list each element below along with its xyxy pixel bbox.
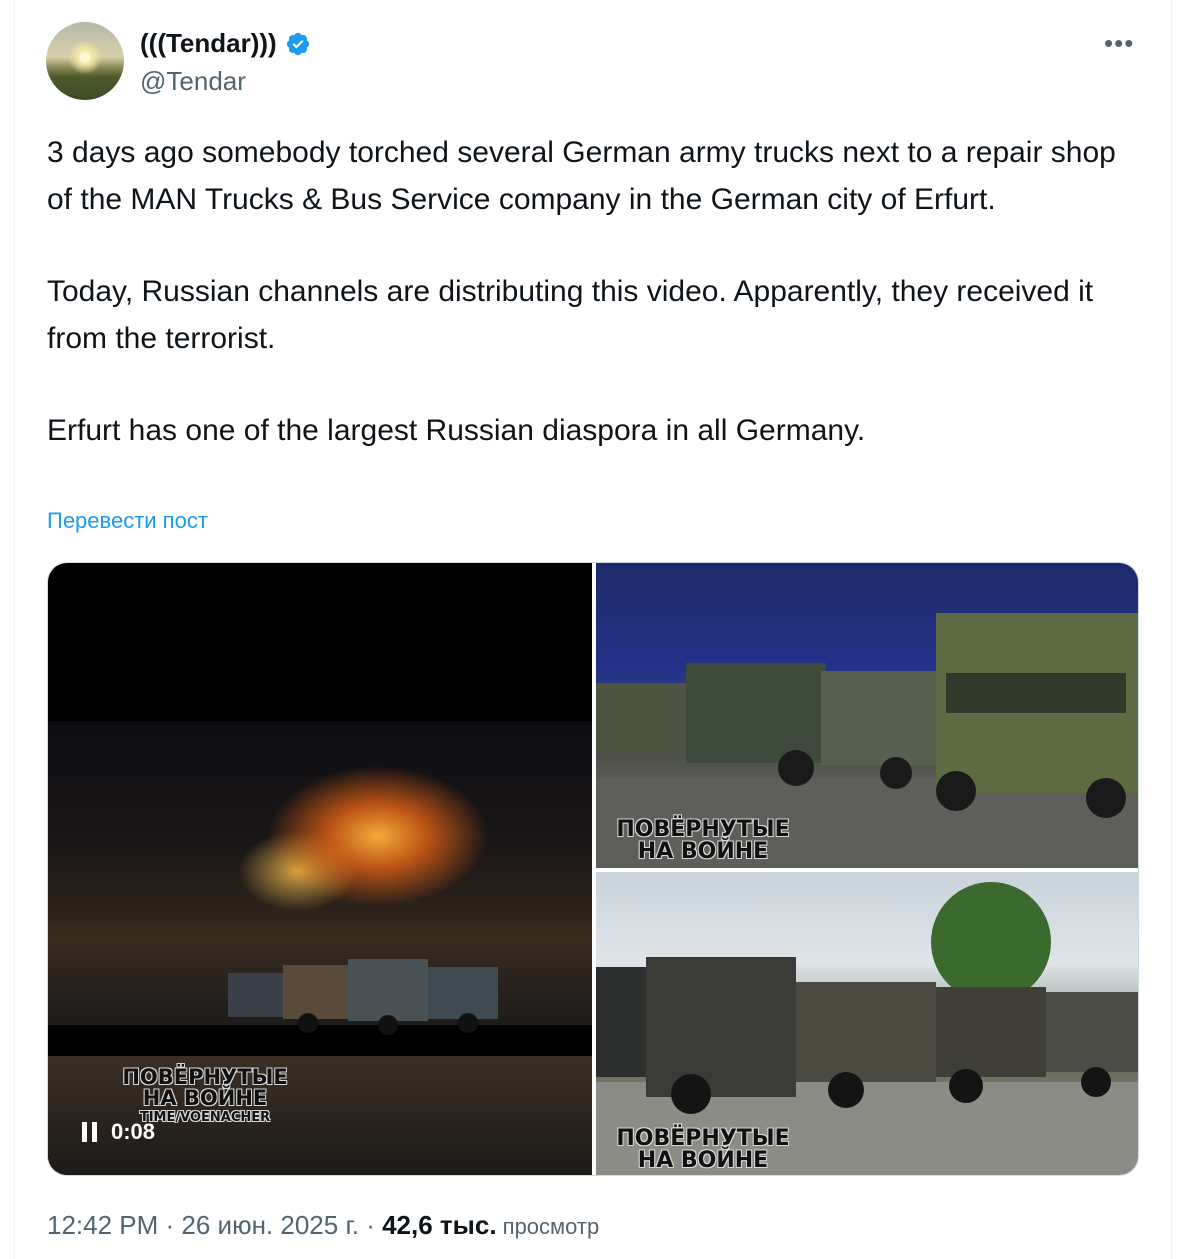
video-watermark: ПОВЁРНУТЫЕ НА ВОЙНЕ TIME/VOENACHER — [98, 1067, 312, 1125]
translate-post-link[interactable]: Перевести пост — [47, 508, 208, 534]
meta-separator: · — [158, 1210, 182, 1240]
post-paragraph-2: Today, Russian channels are distributing… — [47, 275, 1094, 355]
video-timestamp: 0:08 — [111, 1119, 156, 1144]
author-display-name[interactable]: (((Tendar))) — [140, 28, 277, 59]
views-label: просмотр — [496, 1214, 600, 1239]
video-watermark-line2: НА ВОЙНЕ — [142, 1086, 268, 1110]
media-grid: ПОВЁРНУТЫЕ НА ВОЙНЕ TIME/VOENACHER 0:08 … — [47, 562, 1139, 1176]
meta-separator-2: · — [358, 1210, 383, 1240]
post-time[interactable]: 12:42 PM — [47, 1210, 158, 1240]
author-name-row[interactable]: (((Tendar))) — [140, 28, 311, 59]
photo-burned-trucks[interactable]: ПОВЁРНУТЫЕ НА ВОЙНЕ — [596, 872, 1138, 1175]
photo-top-watermark-line2: НА ВОЙНЕ — [637, 839, 769, 864]
burning-trucks-graphic — [228, 959, 498, 1035]
video-frame: ПОВЁРНУТЫЕ НА ВОЙНЕ TIME/VOENACHER — [48, 721, 592, 1175]
post-meta: 12:42 PM · 26 июн. 2025 г. · 42,6 тыс. п… — [47, 1210, 599, 1241]
post-date[interactable]: 26 июн. 2025 г. — [181, 1210, 359, 1240]
post-paragraph-3: Erfurt has one of the largest Russian di… — [47, 414, 866, 447]
photo-bottom-watermark-line2: НА ВОЙНЕ — [637, 1148, 769, 1173]
author-handle[interactable]: @Tendar — [140, 66, 246, 97]
post-paragraph-1: 3 days ago somebody torched several Germ… — [47, 136, 1116, 216]
pause-icon[interactable] — [82, 1122, 97, 1142]
video-player[interactable]: ПОВЁРНУТЫЕ НА ВОЙНЕ TIME/VOENACHER 0:08 — [48, 563, 592, 1175]
video-controls[interactable]: 0:08 — [82, 1119, 155, 1145]
photo-top-watermark: ПОВЁРНУТЫЕ НА ВОЙНЕ — [610, 819, 796, 863]
views-count: 42,6 тыс. — [382, 1210, 497, 1240]
post-text: 3 days ago somebody torched several Germ… — [47, 130, 1137, 501]
more-options-icon[interactable]: ••• — [1104, 28, 1134, 59]
avatar[interactable] — [46, 22, 124, 100]
verified-badge-icon — [286, 32, 309, 55]
photo-bottom-watermark: ПОВЁРНУТЫЕ НА ВОЙНЕ — [610, 1128, 796, 1172]
photo-trucks-night[interactable]: ПОВЁРНУТЫЕ НА ВОЙНЕ — [596, 563, 1138, 868]
